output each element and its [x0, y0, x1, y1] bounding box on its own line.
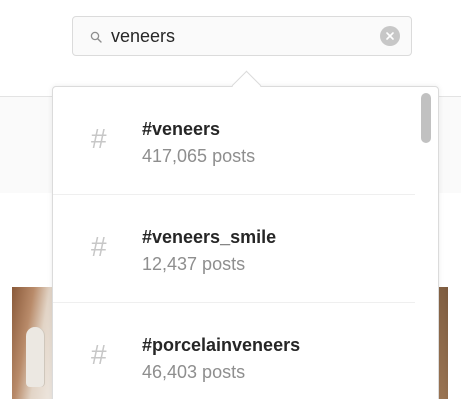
post-count: 417,065 posts: [142, 146, 256, 166]
hashtag-name: #veneers: [142, 119, 221, 139]
result-item[interactable]: # #porcelainveneers 46,403 posts: [53, 303, 415, 399]
hashtag-icon: #: [91, 339, 107, 370]
search-box[interactable]: [72, 16, 412, 56]
search-results-dropdown: # #veneers 417,065 posts # #veneers_smil…: [52, 86, 439, 399]
result-item[interactable]: # #veneers_smile 12,437 posts: [53, 195, 415, 303]
search-icon: [90, 30, 102, 43]
hashtag-icon: #: [91, 231, 107, 262]
page: # #veneers 417,065 posts # #veneers_smil…: [0, 0, 461, 399]
hashtag-name: #porcelainveneers: [142, 335, 301, 355]
results-list: # #veneers 417,065 posts # #veneers_smil…: [53, 87, 438, 399]
hashtag-icon: #: [91, 123, 107, 154]
clear-circle-icon[interactable]: [380, 26, 400, 46]
search-input[interactable]: [111, 24, 361, 48]
feed-thumbnail-left[interactable]: [12, 287, 56, 399]
scrollbar-thumb[interactable]: [421, 93, 431, 143]
post-count: 46,403 posts: [142, 362, 246, 382]
hashtag-name: #veneers_smile: [142, 227, 277, 247]
post-count: 12,437 posts: [142, 254, 246, 274]
result-item[interactable]: # #veneers 417,065 posts: [53, 87, 415, 195]
